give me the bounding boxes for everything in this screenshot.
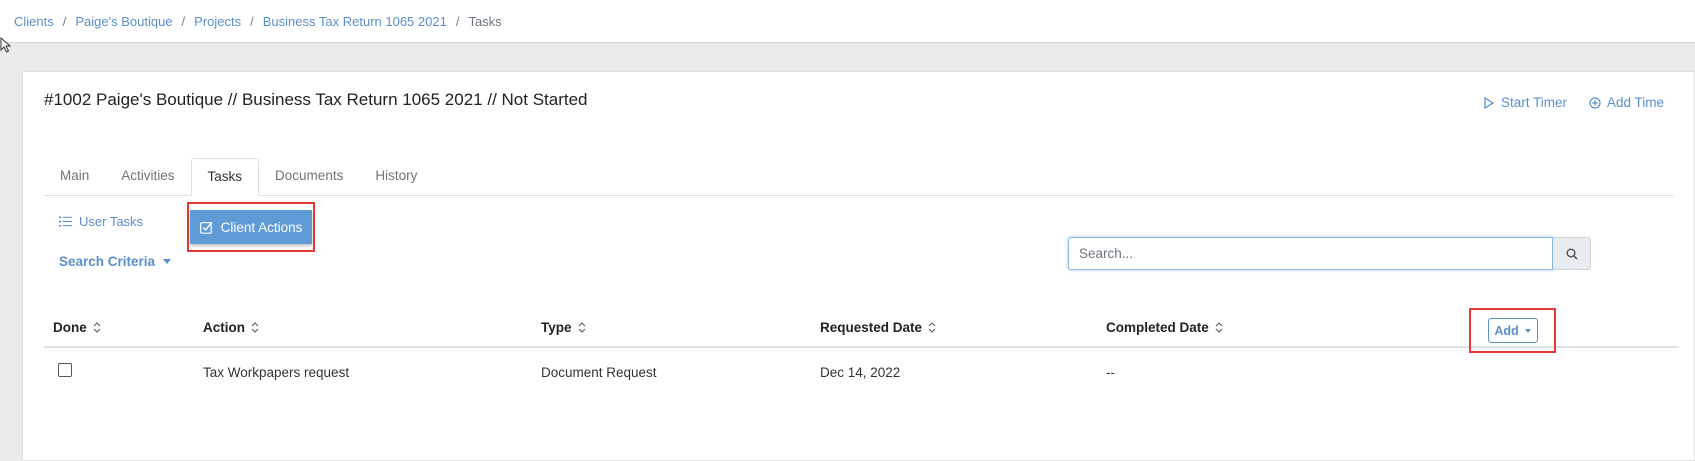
client-actions-highlight: Client Actions [187, 202, 315, 252]
breadcrumb-client[interactable]: Paige's Boutique [75, 14, 172, 29]
play-icon [1484, 96, 1495, 109]
column-label: Done [53, 319, 87, 335]
completed-date-cell: -- [1106, 364, 1115, 380]
tab-main[interactable]: Main [44, 158, 105, 195]
start-timer-label: Start Timer [1500, 95, 1567, 110]
column-label: Requested Date [820, 319, 923, 335]
sort-icon [93, 321, 101, 333]
sort-icon [578, 321, 585, 333]
breadcrumb-projects[interactable]: Projects [194, 14, 241, 29]
breadcrumb-current: Tasks [468, 13, 502, 29]
header-actions: Start Timer Add Time [1483, 95, 1664, 110]
tab-documents[interactable]: Documents [259, 158, 359, 195]
breadcrumb-clients[interactable]: Clients [14, 14, 54, 29]
tab-activities[interactable]: Activities [105, 158, 190, 195]
action-cell: Tax Workpapers request [203, 364, 350, 380]
breadcrumb-separator: / [62, 13, 67, 29]
breadcrumb: Clients / Paige's Boutique / Projects / … [0, 0, 1695, 43]
column-requested-date[interactable]: Requested Date [820, 320, 936, 335]
client-actions-label: Client Actions [220, 219, 303, 235]
column-label: Action [203, 319, 245, 335]
add-label: Add [1494, 323, 1519, 338]
sort-icon [928, 321, 936, 333]
sort-icon [1215, 321, 1223, 333]
search-button[interactable] [1553, 237, 1591, 270]
list-icon [59, 216, 72, 227]
table-row: Tax Workpapers request Document Request … [44, 348, 1679, 396]
user-tasks-label: User Tasks [79, 214, 144, 229]
search-criteria-toggle[interactable]: Search Criteria [59, 254, 172, 269]
caret-down-icon [163, 259, 172, 264]
client-actions-tab[interactable]: Client Actions [190, 210, 312, 244]
breadcrumb-project[interactable]: Business Tax Return 1065 2021 [263, 14, 447, 29]
breadcrumb-separator: / [250, 13, 254, 29]
client-actions-table: Done Action Type Requested Date Complete… [44, 308, 1679, 396]
column-label: Type [541, 319, 572, 335]
type-cell: Document Request [541, 364, 657, 380]
start-timer-button[interactable]: Start Timer [1483, 95, 1567, 110]
column-completed-date[interactable]: Completed Date [1106, 320, 1223, 335]
breadcrumb-separator: / [181, 13, 186, 29]
tab-tasks[interactable]: Tasks [190, 158, 260, 196]
add-time-label: Add Time [1606, 95, 1664, 110]
search-icon [1566, 248, 1578, 260]
search-criteria-label: Search Criteria [59, 254, 156, 269]
task-subtabs: User Tasks Client Actions [59, 202, 315, 252]
tab-bar: Main Activities Tasks Documents History [44, 158, 1674, 196]
done-checkbox[interactable] [58, 363, 72, 377]
page-title: #1002 Paige's Boutique // Business Tax R… [44, 90, 588, 109]
search-input[interactable] [1068, 237, 1553, 270]
mouse-cursor-icon [0, 37, 12, 53]
search-bar [1068, 237, 1591, 270]
user-tasks-tab[interactable]: User Tasks [59, 214, 143, 229]
project-card: #1002 Paige's Boutique // Business Tax R… [22, 71, 1695, 461]
plus-circle-icon [1589, 96, 1601, 109]
column-action[interactable]: Action [203, 320, 259, 335]
column-label: Completed Date [1106, 319, 1209, 335]
column-type[interactable]: Type [541, 320, 586, 335]
requested-date-cell: Dec 14, 2022 [820, 364, 901, 380]
tab-history[interactable]: History [359, 158, 433, 195]
add-button[interactable]: Add [1487, 318, 1538, 343]
breadcrumb-separator: / [455, 13, 460, 29]
caret-down-icon [1524, 328, 1531, 333]
done-cell [58, 363, 72, 377]
checkbox-icon [199, 221, 212, 234]
add-time-button[interactable]: Add Time [1589, 95, 1664, 110]
add-button-highlight: Add [1469, 308, 1556, 353]
sort-icon [251, 321, 259, 333]
column-done[interactable]: Done [53, 320, 101, 335]
table-header: Done Action Type Requested Date Complete… [44, 308, 1679, 353]
